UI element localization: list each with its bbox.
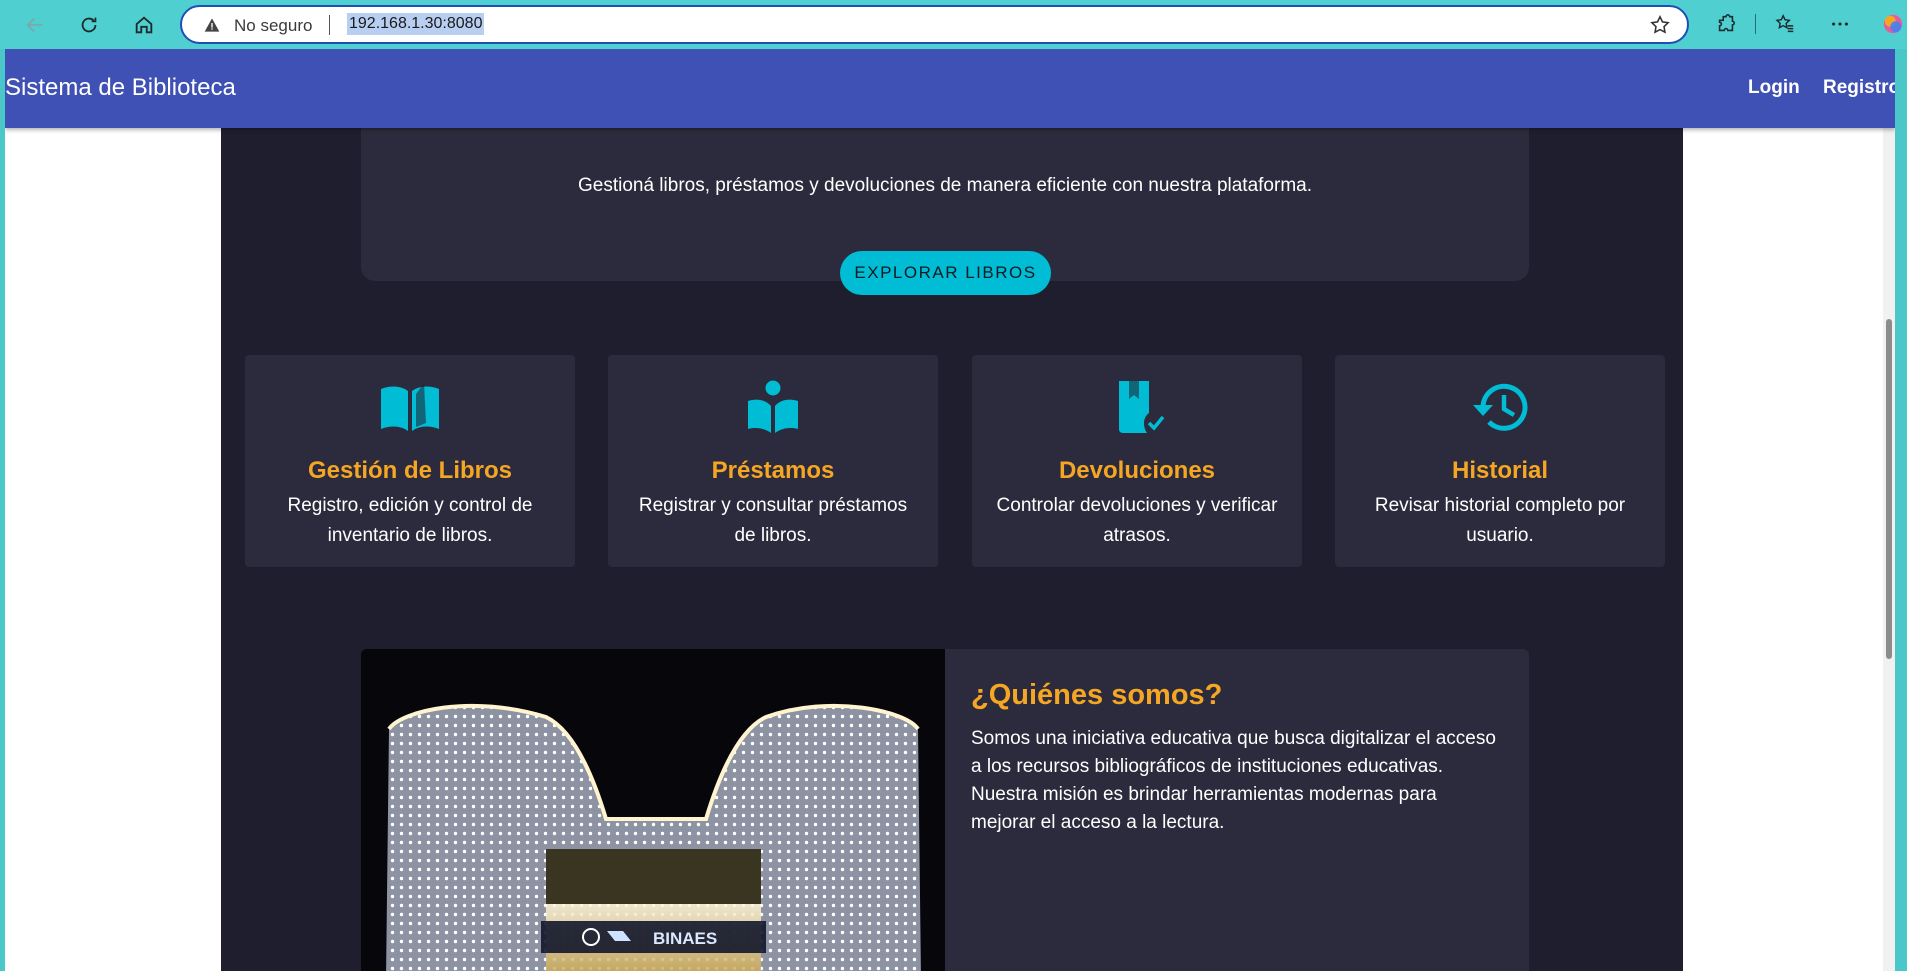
arrow-left-icon: [26, 17, 43, 33]
app-navbar: Sistema de Biblioteca Login Registro: [5, 49, 1895, 128]
feature-title: Historial: [1451, 457, 1549, 484]
feature-card-libros: Gestión de Libros Registro, edición y co…: [245, 355, 575, 567]
library-building-image: BINAES: [361, 649, 945, 971]
favorite-star-icon[interactable]: [1649, 14, 1671, 36]
scrollbar-thumb[interactable]: [1886, 319, 1892, 659]
open-book-icon: [245, 379, 575, 435]
feature-card-devoluciones: Devoluciones Controlar devoluciones y ve…: [972, 355, 1302, 567]
brand-title[interactable]: Sistema de Biblioteca: [5, 74, 236, 102]
page-viewport: Gestioná libros, préstamos y devolucione…: [5, 49, 1895, 971]
register-link[interactable]: Registro: [1823, 77, 1895, 99]
url-text[interactable]: 192.168.1.30:8080: [347, 13, 485, 35]
more-dots-icon: [1832, 22, 1848, 26]
main-content: Gestioná libros, préstamos y devolucione…: [221, 49, 1683, 971]
about-text: Somos una iniciativa educativa que busca…: [971, 728, 1496, 833]
explore-books-button[interactable]: EXPLORAR LIBROS: [840, 251, 1051, 295]
hero-subtitle: Gestioná libros, préstamos y devolucione…: [577, 175, 1312, 196]
feature-card-prestamos: Préstamos Registrar y consultar préstamo…: [608, 355, 938, 567]
home-icon: [135, 16, 153, 34]
feature-title: Gestión de Libros: [307, 457, 513, 484]
page-scrollbar[interactable]: [1883, 49, 1895, 971]
feature-description: Registro, edición y control de inventari…: [287, 495, 533, 546]
more-menu-button[interactable]: [1826, 10, 1854, 38]
favorites-list-icon: [1775, 14, 1794, 33]
bookmark-check-icon: [972, 379, 1302, 435]
address-bar[interactable]: No seguro 192.168.1.30:8080: [180, 5, 1689, 44]
extensions-button[interactable]: [1712, 10, 1740, 38]
feature-title: Devoluciones: [1058, 457, 1216, 484]
home-button[interactable]: [127, 8, 161, 42]
favorites-button[interactable]: [1771, 10, 1799, 38]
image-sign-text: BINAES: [653, 929, 717, 948]
feature-card-historial: Historial Revisar historial completo por…: [1335, 355, 1665, 567]
toolbar-divider: [1755, 14, 1756, 34]
about-card: BINAES ¿Quiénes somos? Somos una iniciat…: [361, 649, 1529, 971]
login-link[interactable]: Login: [1748, 77, 1800, 99]
back-button[interactable]: [18, 8, 52, 42]
reload-button[interactable]: [72, 8, 106, 42]
address-divider: [329, 15, 330, 35]
feature-description: Controlar devoluciones y verificar atras…: [996, 495, 1278, 546]
history-icon: [1335, 379, 1665, 435]
about-title: ¿Quiénes somos?: [971, 679, 1223, 711]
puzzle-icon: [1718, 14, 1736, 32]
copilot-button[interactable]: [1879, 10, 1907, 38]
feature-description: Revisar historial completo por usuario.: [1374, 495, 1626, 546]
security-label[interactable]: No seguro: [234, 16, 312, 36]
reader-book-icon: [608, 379, 938, 435]
warning-icon: [204, 18, 220, 32]
feature-description: Registrar y consultar préstamos de libro…: [638, 495, 908, 546]
copilot-icon: [1883, 14, 1903, 34]
reload-icon: [81, 17, 97, 33]
browser-toolbar: No seguro 192.168.1.30:8080: [0, 0, 1907, 49]
feature-title: Préstamos: [711, 457, 835, 484]
